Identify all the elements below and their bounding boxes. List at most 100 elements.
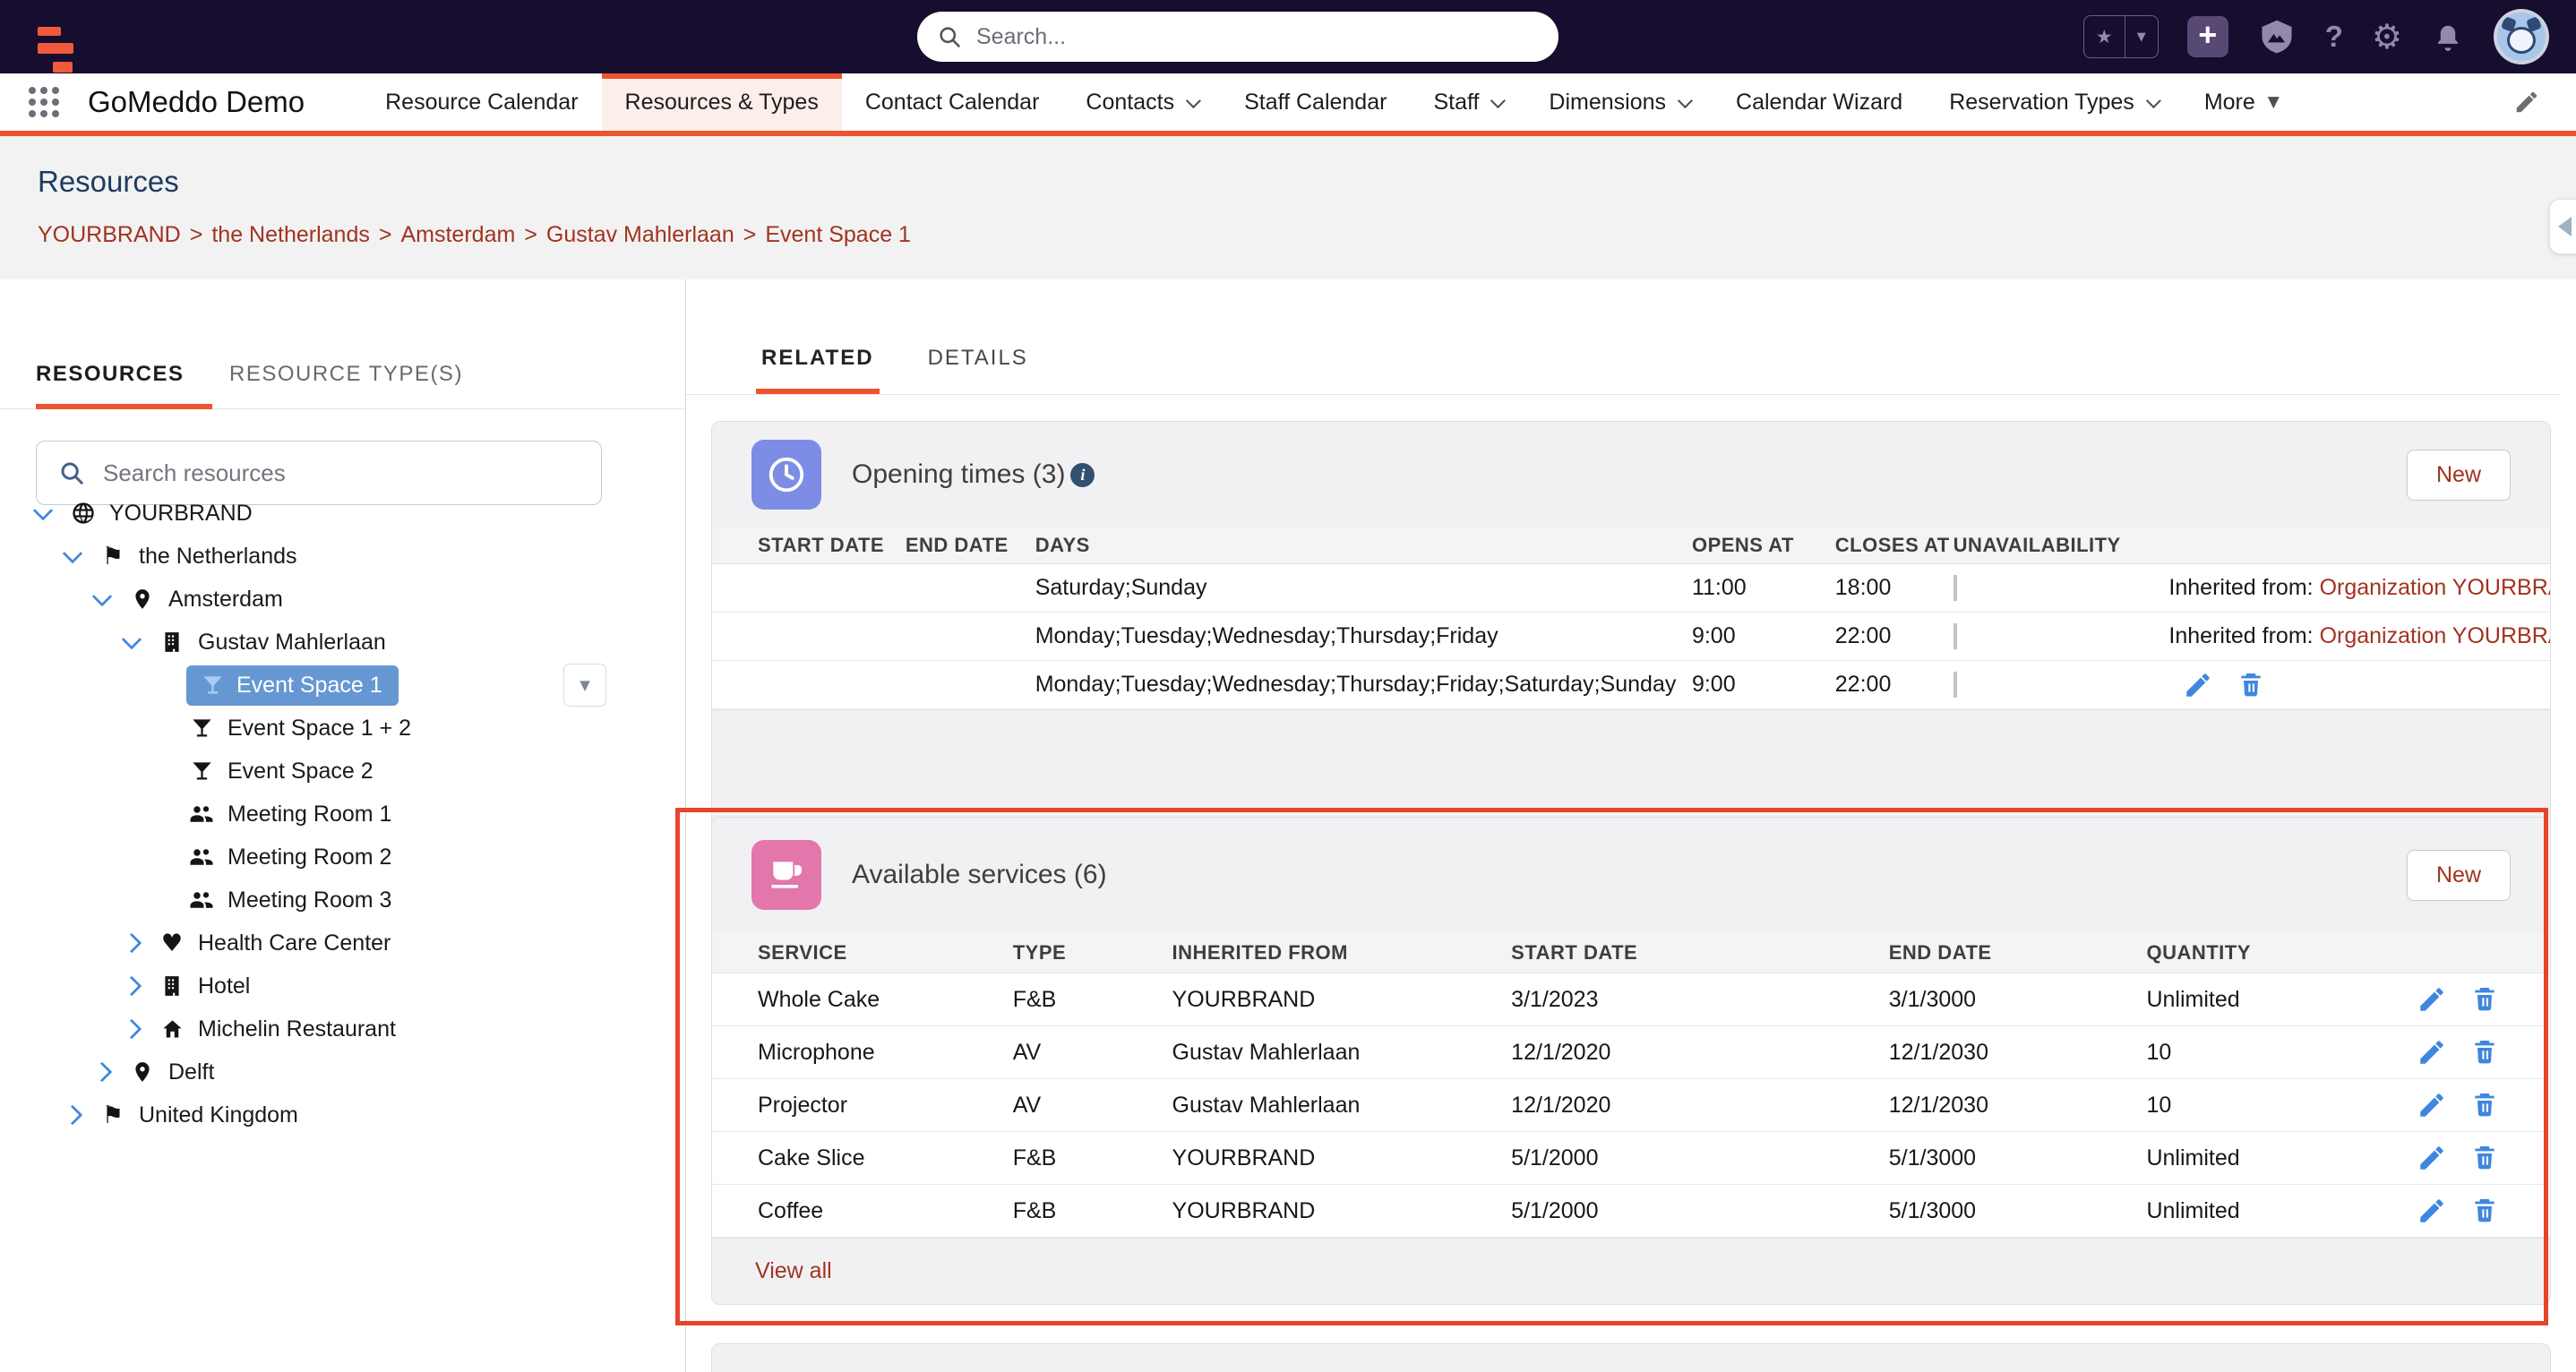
delete-trash-icon[interactable]	[2470, 984, 2501, 1015]
selected-tree-item: Event Space 1	[186, 665, 399, 706]
favorites-caret-icon[interactable]: ▼	[2125, 16, 2158, 57]
nav-tab-contacts[interactable]: Contacts	[1062, 73, 1221, 131]
nav-tab-staff[interactable]: Staff	[1410, 73, 1525, 131]
view-all-link[interactable]: View all	[755, 1258, 832, 1284]
edit-pencil-icon[interactable]	[2417, 984, 2447, 1015]
nav-tab-contact-calendar[interactable]: Contact Calendar	[842, 73, 1063, 131]
breadcrumb-link-event-space-1[interactable]: Event Space 1	[765, 222, 911, 247]
global-search-input[interactable]	[975, 23, 1558, 51]
breadcrumb-link-the-netherlands[interactable]: the Netherlands	[211, 222, 370, 247]
service-row-coffee: CoffeeF&BYOURBRAND5/1/20005/1/3000Unlimi…	[712, 1185, 2550, 1238]
favorites-star-icon[interactable]: ★	[2084, 16, 2125, 57]
sidebar-tab-resources[interactable]: RESOURCES	[36, 362, 185, 387]
tab-related[interactable]: RELATED	[756, 330, 880, 395]
info-icon[interactable]: i	[1070, 463, 1095, 487]
tree-collapse-chevron[interactable]	[65, 549, 98, 563]
tree-item-the-netherlands[interactable]: ⚑the Netherlands	[0, 535, 685, 578]
nav-tab-resources-types[interactable]: Resources & Types	[602, 73, 842, 131]
delete-trash-icon[interactable]	[2237, 670, 2267, 700]
service-row-cake-slice: Cake SliceF&BYOURBRAND5/1/20005/1/3000Un…	[712, 1132, 2550, 1185]
breadcrumb-link-amsterdam[interactable]: Amsterdam	[400, 222, 515, 247]
tree-expand-chevron[interactable]	[125, 936, 157, 950]
tree-item-event-space-1-2[interactable]: Event Space 1 + 2	[0, 707, 685, 750]
edit-pencil-icon[interactable]	[2417, 1037, 2447, 1068]
row-actions	[2367, 1090, 2550, 1120]
trailhead-icon[interactable]	[2257, 17, 2297, 56]
app-name: GoMeddo Demo	[88, 85, 305, 119]
sidebar-tab-resource-types[interactable]: RESOURCE TYPE(S)	[229, 362, 463, 387]
favorites-control[interactable]: ★ ▼	[2083, 15, 2159, 58]
tree-item-delft[interactable]: Delft	[0, 1050, 685, 1093]
inherited-from-link[interactable]: Organization YOURBRAND	[2320, 575, 2550, 600]
tree-item-label: Meeting Room 1	[228, 802, 391, 827]
tree-item-label: YOURBRAND	[109, 501, 253, 527]
delete-trash-icon[interactable]	[2470, 1037, 2501, 1068]
chevron-down-icon	[1186, 93, 1201, 108]
breadcrumb-link-gustav-mahlerlaan[interactable]: Gustav Mahlerlaan	[546, 222, 734, 247]
user-avatar[interactable]	[2494, 9, 2549, 64]
tree-item-meeting-room-3[interactable]: Meeting Room 3	[0, 879, 685, 922]
breadcrumb-link-yourbrand[interactable]: YOURBRAND	[38, 222, 181, 247]
clock-icon	[751, 440, 821, 510]
tree-expand-chevron[interactable]	[95, 1065, 127, 1079]
edit-pencil-icon[interactable]	[2417, 1143, 2447, 1173]
opening-times-new-button[interactable]: New	[2407, 450, 2511, 501]
quick-create-plus-icon[interactable]: +	[2187, 16, 2228, 57]
column-header-days: DAYS	[1035, 534, 1692, 557]
nav-tab-staff-calendar[interactable]: Staff Calendar	[1221, 73, 1410, 131]
row-actions	[2367, 1143, 2550, 1173]
app-launcher-icon[interactable]	[25, 83, 63, 121]
delete-trash-icon[interactable]	[2470, 1143, 2501, 1173]
inherited-from-link[interactable]: Organization YOURBRAND	[2320, 623, 2550, 648]
tree-item-gustav-mahlerlaan[interactable]: Gustav Mahlerlaan	[0, 621, 685, 664]
resource-tree: YOURBRAND ⚑the NetherlandsAmsterdamGustav…	[0, 492, 685, 1136]
tree-item-label: the Netherlands	[139, 544, 297, 570]
tree-item-menu-button[interactable]: ▼	[563, 664, 606, 707]
column-header-end-date: END DATE	[1889, 941, 2147, 965]
nav-tab-reservation-types[interactable]: Reservation Types	[1926, 73, 2181, 131]
tree-item-united-kingdom[interactable]: ⚑United Kingdom	[0, 1093, 685, 1136]
setup-gear-icon[interactable]: ⚙	[2372, 17, 2402, 56]
unavailability-checkbox[interactable]	[1953, 672, 1957, 698]
help-icon[interactable]: ?	[2325, 20, 2343, 54]
opening-times-row: Saturday;Sunday11:0018:00Inherited from:…	[712, 564, 2550, 613]
available-services-new-button[interactable]: New	[2407, 850, 2511, 901]
tree-collapse-chevron[interactable]	[125, 635, 157, 649]
nav-tab-more[interactable]: More▼	[2181, 73, 2303, 131]
tree-item-label: Event Space 1 + 2	[228, 716, 411, 742]
breadcrumb: YOURBRAND>the Netherlands>Amsterdam>Gust…	[38, 222, 911, 248]
nav-tab-calendar-wizard[interactable]: Calendar Wizard	[1713, 73, 1926, 131]
tree-expand-chevron[interactable]	[125, 1022, 157, 1036]
tree-item-hotel[interactable]: Hotel	[0, 965, 685, 1008]
tree-item-yourbrand[interactable]: YOURBRAND	[0, 492, 685, 535]
tree-expand-chevron[interactable]	[65, 1108, 98, 1122]
tree-item-event-space-1[interactable]: Event Space 1 ▼	[0, 664, 685, 707]
edit-pencil-icon[interactable]	[2417, 1090, 2447, 1120]
delete-trash-icon[interactable]	[2470, 1090, 2501, 1120]
tree-item-amsterdam[interactable]: Amsterdam	[0, 578, 685, 621]
tree-item-michelin-restaurant[interactable]: Michelin Restaurant	[0, 1008, 685, 1050]
tree-collapse-chevron[interactable]	[95, 592, 127, 606]
unavailability-checkbox[interactable]	[1953, 623, 1957, 649]
tab-details[interactable]: DETAILS	[923, 330, 1034, 395]
edit-nav-pencil-icon[interactable]	[2513, 89, 2540, 116]
notifications-bell-icon[interactable]	[2431, 20, 2465, 54]
tree-item-meeting-room-1[interactable]: Meeting Room 1	[0, 793, 685, 836]
tree-item-health-care-center[interactable]: ♥Health Care Center	[0, 922, 685, 965]
tree-item-label: Event Space 2	[228, 759, 374, 785]
unavailability-checkbox[interactable]	[1953, 575, 1957, 601]
tree-collapse-chevron[interactable]	[36, 506, 68, 520]
tree-item-meeting-room-2[interactable]: Meeting Room 2	[0, 836, 685, 879]
resource-search-input[interactable]	[101, 459, 601, 488]
nav-tab-dimensions[interactable]: Dimensions	[1525, 73, 1713, 131]
tree-expand-chevron[interactable]	[125, 979, 157, 993]
tree-item-event-space-2[interactable]: Event Space 2	[0, 750, 685, 793]
edit-pencil-icon[interactable]	[2183, 670, 2213, 700]
collapse-panel-button[interactable]	[2549, 199, 2576, 254]
column-header-start-date: START DATE	[712, 534, 906, 557]
available-services-card-footer: View all	[712, 1238, 2550, 1304]
delete-trash-icon[interactable]	[2470, 1196, 2501, 1226]
column-header-quantity: QUANTITY	[2146, 941, 2367, 965]
edit-pencil-icon[interactable]	[2417, 1196, 2447, 1226]
nav-tab-resource-calendar[interactable]: Resource Calendar	[362, 73, 601, 131]
